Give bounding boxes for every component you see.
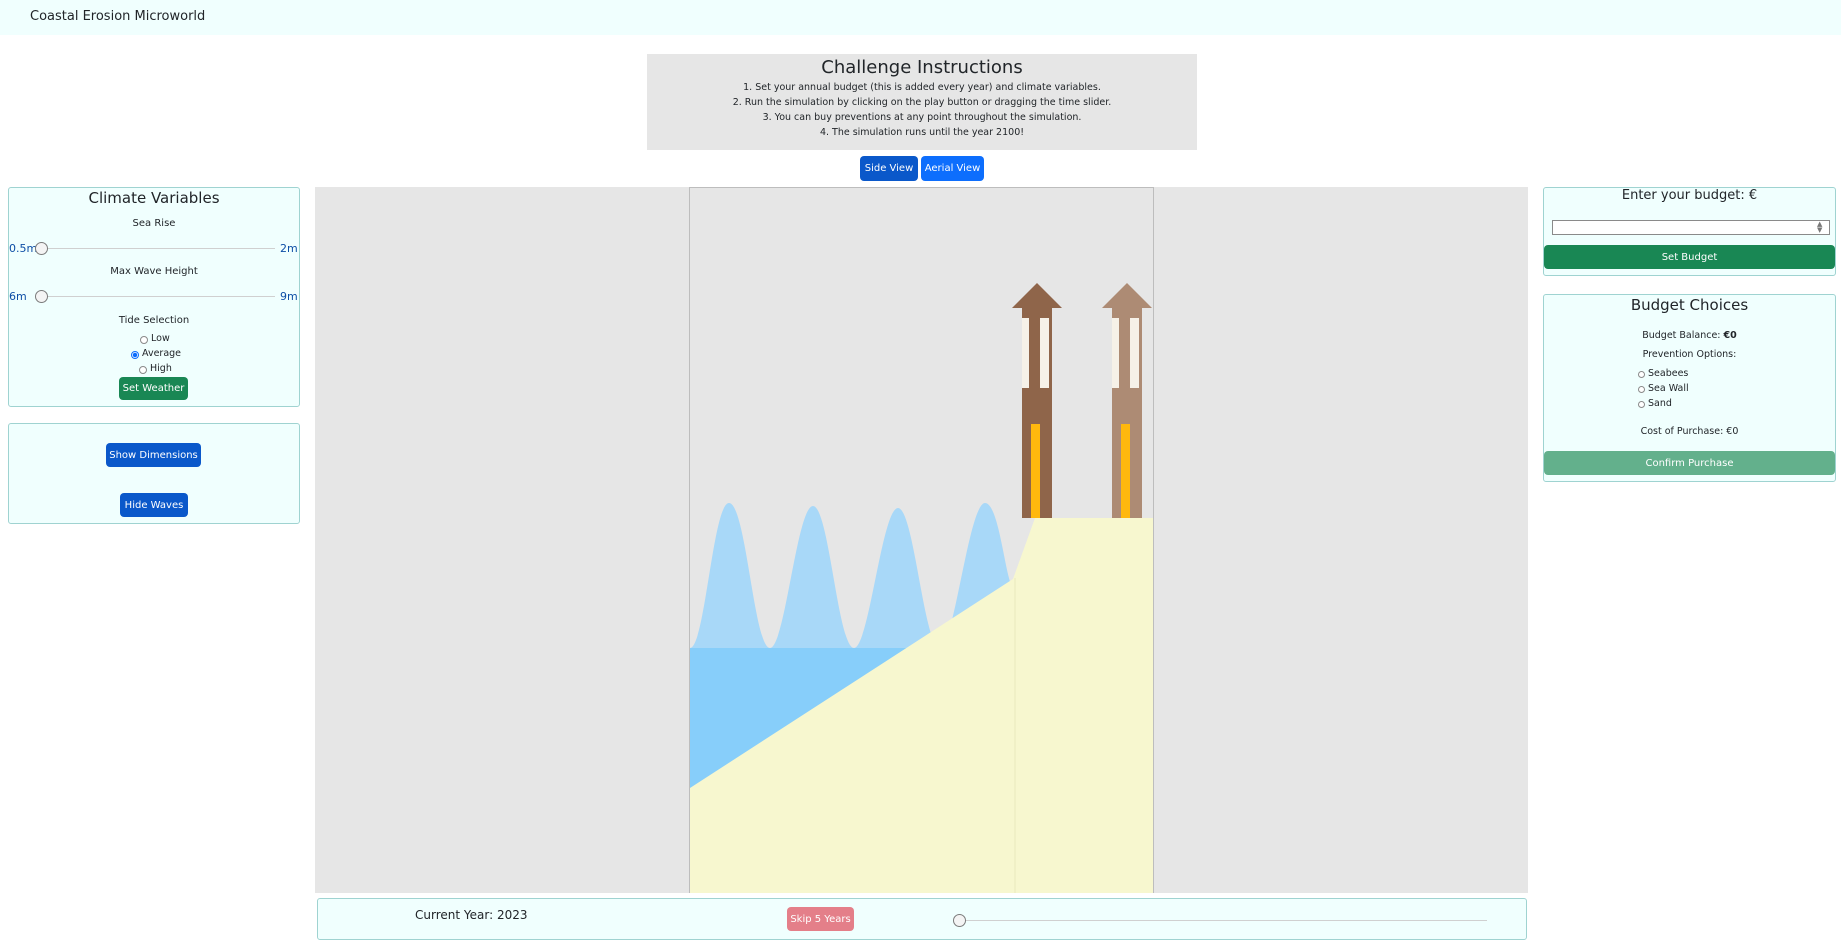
tide-label: Tide Selection [118, 315, 190, 326]
display-panel: Show Dimensions Hide Waves [8, 423, 300, 524]
instruction-step: 2. Run the simulation by clicking on the… [732, 97, 1112, 108]
tide-average-radio[interactable] [131, 351, 139, 359]
tide-low-label: Low [151, 333, 170, 344]
sea-wall-radio[interactable] [1638, 386, 1645, 393]
budget-input[interactable] [1552, 220, 1830, 235]
budget-balance: Budget Balance: €0 [1544, 330, 1835, 341]
seabees-radio[interactable] [1638, 371, 1645, 378]
budget-choices-title: Budget Choices [1630, 296, 1749, 314]
budget-balance-label: Budget Balance: [1642, 330, 1721, 341]
sea-rise-slider[interactable] [35, 242, 48, 255]
wave-height-track [41, 296, 275, 297]
budget-prompt: Enter your budget: € [1621, 188, 1758, 203]
skip-5-years-button[interactable]: Skip 5 Years [787, 907, 854, 931]
sand-label: Sand [1648, 398, 1672, 409]
wave-height-slider[interactable] [35, 290, 48, 303]
top-bar: Coastal Erosion Microworld [0, 0, 1841, 35]
confirm-purchase-button[interactable]: Confirm Purchase [1544, 451, 1835, 475]
hide-waves-button[interactable]: Hide Waves [120, 493, 188, 517]
year-slider-track [955, 920, 1487, 921]
sand-radio[interactable] [1638, 401, 1645, 408]
coast-scene-svg [690, 188, 1153, 893]
budget-balance-value: €0 [1723, 330, 1737, 341]
instructions-list: 1. Set your annual budget (this is added… [647, 80, 1197, 140]
side-view-canvas[interactable] [689, 187, 1154, 893]
budget-panel: Enter your budget: € ▲ ▼ Set Budget [1543, 187, 1836, 276]
tide-average-label: Average [142, 348, 182, 359]
current-year: Current Year: 2023 [415, 908, 528, 922]
wave-height-min: 6m [9, 290, 27, 303]
side-view-button[interactable]: Side View [860, 156, 918, 181]
sea-rise-track [41, 248, 275, 249]
sea-rise-label: Sea Rise [132, 218, 176, 229]
cost-of-purchase: Cost of Purchase: €0 [1640, 426, 1739, 437]
tide-high-radio[interactable] [139, 366, 147, 374]
show-dimensions-button[interactable]: Show Dimensions [106, 443, 201, 467]
climate-panel: Climate Variables Sea Rise 0.5m 2m Max W… [8, 187, 300, 407]
app-title[interactable]: Coastal Erosion Microworld [30, 9, 205, 24]
set-weather-button[interactable]: Set Weather [119, 377, 188, 400]
budget-spinner-icon[interactable]: ▲ ▼ [1817, 221, 1822, 234]
timeline-bar: Current Year: 2023 Skip 5 Years [317, 898, 1527, 940]
instructions-box: Challenge Instructions 1. Set your annua… [647, 54, 1197, 150]
sea-wall-label: Sea Wall [1648, 383, 1689, 394]
tide-high-label: High [150, 363, 172, 374]
set-budget-button[interactable]: Set Budget [1544, 245, 1835, 269]
year-slider[interactable] [953, 914, 966, 927]
budget-choices-panel: Budget Choices Budget Balance: €0 Preven… [1543, 294, 1836, 482]
seabees-label: Seabees [1648, 368, 1689, 379]
instruction-step: 4. The simulation runs until the year 21… [819, 127, 1025, 138]
instruction-step: 1. Set your annual budget (this is added… [743, 82, 1101, 93]
tide-low-radio[interactable] [140, 336, 148, 344]
prevention-options-label: Prevention Options: [1642, 349, 1737, 360]
aerial-view-button[interactable]: Aerial View [921, 156, 984, 181]
sea-rise-min: 0.5m [9, 242, 38, 255]
wave-height-label: Max Wave Height [110, 266, 198, 277]
climate-title: Climate Variables [88, 189, 220, 207]
instruction-step: 3. You can buy preventions at any point … [762, 112, 1082, 123]
sea-rise-max: 2m [280, 242, 298, 255]
instructions-title: Challenge Instructions [821, 57, 1023, 78]
wave-height-max: 9m [280, 290, 298, 303]
